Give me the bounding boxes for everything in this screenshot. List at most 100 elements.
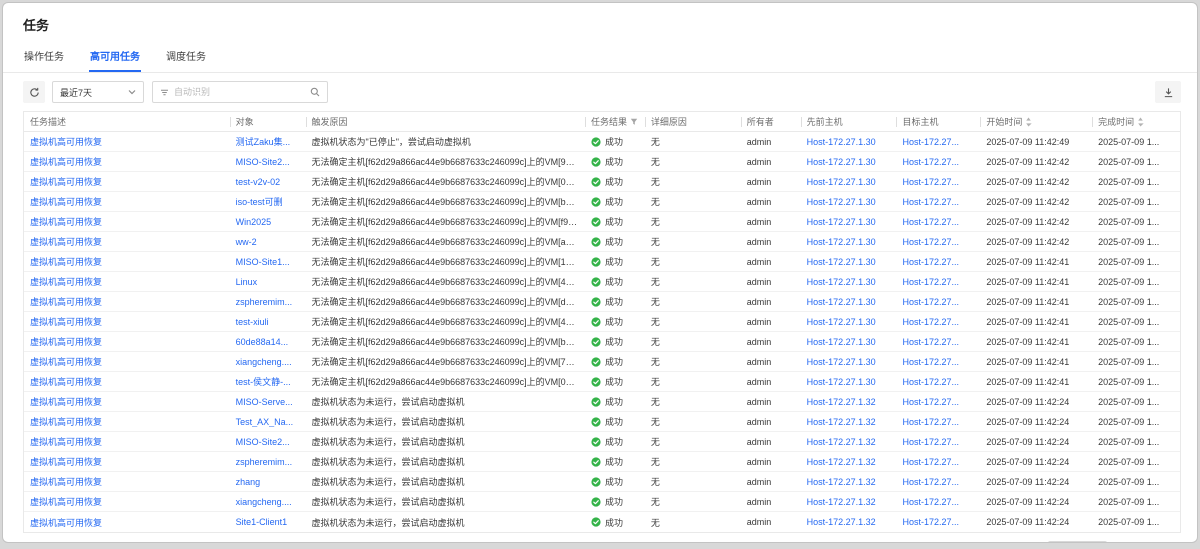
cell-target_host[interactable]: Host-172.27... [896,317,980,327]
cell-object[interactable]: test-v2v-02 [230,177,306,187]
cell-object[interactable]: zspheremim... [230,297,306,307]
cell-object[interactable]: 测试Zaku集... [230,135,306,148]
cell-object[interactable]: MISO-Serve... [230,397,306,407]
cell-target_host[interactable]: Host-172.27... [896,477,980,487]
cell-desc[interactable]: 虚拟机高可用恢复 [24,516,230,529]
cell-object[interactable]: test-侯文静-... [230,375,306,388]
cell-prev_host[interactable]: Host-172.27.1.30 [801,177,897,187]
sort-icon[interactable] [1137,117,1144,127]
cell-desc[interactable]: 虚拟机高可用恢复 [24,395,230,408]
cell-target_host[interactable]: Host-172.27... [896,237,980,247]
cell-object[interactable]: MISO-Site1... [230,257,306,267]
tab-scheduled-tasks[interactable]: 调度任务 [165,42,207,72]
cell-prev_host[interactable]: Host-172.27.1.32 [801,517,897,527]
cell-object[interactable]: MISO-Site2... [230,157,306,167]
cell-prev_host[interactable]: Host-172.27.1.30 [801,277,897,287]
cell-target_host[interactable]: Host-172.27... [896,417,980,427]
cell-object[interactable]: iso-test可删 [230,195,306,208]
cell-prev_host[interactable]: Host-172.27.1.30 [801,357,897,367]
cell-desc[interactable]: 虚拟机高可用恢复 [24,195,230,208]
cell-desc[interactable]: 虚拟机高可用恢复 [24,175,230,188]
cell-object[interactable]: ww-2 [230,237,306,247]
column-header-finish[interactable]: 完成时间 [1092,112,1180,131]
cell-target_host[interactable]: Host-172.27... [896,137,980,147]
download-button[interactable] [1155,81,1181,103]
cell-object[interactable]: zspheremim... [230,457,306,467]
jump-page-input[interactable] [1140,542,1167,544]
tab-operation-tasks[interactable]: 操作任务 [23,42,65,72]
cell-desc[interactable]: 虚拟机高可用恢复 [24,455,230,468]
cell-object[interactable]: MISO-Site2... [230,437,306,447]
cell-object[interactable]: Win2025 [230,217,306,227]
cell-prev_host[interactable]: Host-172.27.1.30 [801,297,897,307]
page-number-31[interactable]: 31 [1006,542,1021,543]
cell-prev_host[interactable]: Host-172.27.1.32 [801,397,897,407]
cell-desc[interactable]: 虚拟机高可用恢复 [24,155,230,168]
cell-target_host[interactable]: Host-172.27... [896,257,980,267]
cell-object[interactable]: zhang [230,477,306,487]
page-number-1[interactable]: 1 [898,542,913,543]
page-number-4[interactable]: 4 [952,542,967,543]
page-number-2[interactable]: 2 [916,542,931,543]
refresh-button[interactable] [23,81,45,103]
cell-target_host[interactable]: Host-172.27... [896,297,980,307]
cell-object[interactable]: 60de88a14... [230,337,306,347]
sort-icon[interactable] [1025,117,1032,127]
cell-target_host[interactable]: Host-172.27... [896,397,980,407]
cell-target_host[interactable]: Host-172.27... [896,497,980,507]
next-page-button[interactable] [1024,542,1039,543]
cell-desc[interactable]: 虚拟机高可用恢复 [24,435,230,448]
cell-prev_host[interactable]: Host-172.27.1.30 [801,317,897,327]
cell-prev_host[interactable]: Host-172.27.1.32 [801,477,897,487]
page-number-5[interactable]: 5 [970,542,985,543]
cell-prev_host[interactable]: Host-172.27.1.30 [801,217,897,227]
cell-target_host[interactable]: Host-172.27... [896,377,980,387]
cell-desc[interactable]: 虚拟机高可用恢复 [24,295,230,308]
cell-target_host[interactable]: Host-172.27... [896,337,980,347]
cell-prev_host[interactable]: Host-172.27.1.30 [801,197,897,207]
cell-desc[interactable]: 虚拟机高可用恢复 [24,315,230,328]
filter-funnel-icon[interactable] [630,118,638,126]
cell-prev_host[interactable]: Host-172.27.1.32 [801,497,897,507]
cell-desc[interactable]: 虚拟机高可用恢复 [24,355,230,368]
cell-target_host[interactable]: Host-172.27... [896,457,980,467]
cell-desc[interactable]: 虚拟机高可用恢复 [24,255,230,268]
cell-target_host[interactable]: Host-172.27... [896,357,980,367]
cell-target_host[interactable]: Host-172.27... [896,517,980,527]
search-icon[interactable] [310,87,320,97]
cell-desc[interactable]: 虚拟机高可用恢复 [24,475,230,488]
cell-prev_host[interactable]: Host-172.27.1.32 [801,417,897,427]
cell-desc[interactable]: 虚拟机高可用恢复 [24,335,230,348]
cell-prev_host[interactable]: Host-172.27.1.30 [801,257,897,267]
cell-prev_host[interactable]: Host-172.27.1.30 [801,237,897,247]
cell-prev_host[interactable]: Host-172.27.1.30 [801,337,897,347]
column-header-result[interactable]: 任务结果 [585,112,645,131]
page-size-select[interactable]: 20 项/页 [1048,541,1107,543]
date-range-select[interactable]: 最近7天 [52,81,144,103]
cell-prev_host[interactable]: Host-172.27.1.30 [801,377,897,387]
cell-object[interactable]: xiangcheng.... [230,357,306,367]
cell-object[interactable]: test-xiuli [230,317,306,327]
cell-prev_host[interactable]: Host-172.27.1.32 [801,457,897,467]
cell-object[interactable]: Test_AX_Na... [230,417,306,427]
column-header-start[interactable]: 开始时间 [980,112,1092,131]
cell-target_host[interactable]: Host-172.27... [896,277,980,287]
cell-desc[interactable]: 虚拟机高可用恢复 [24,135,230,148]
cell-desc[interactable]: 虚拟机高可用恢复 [24,275,230,288]
cell-target_host[interactable]: Host-172.27... [896,197,980,207]
cell-object[interactable]: Linux [230,277,306,287]
page-number-3[interactable]: 3 [934,542,949,543]
cell-desc[interactable]: 虚拟机高可用恢复 [24,235,230,248]
cell-target_host[interactable]: Host-172.27... [896,437,980,447]
cell-desc[interactable]: 虚拟机高可用恢复 [24,375,230,388]
cell-desc[interactable]: 虚拟机高可用恢复 [24,415,230,428]
cell-object[interactable]: xiangcheng.... [230,497,306,507]
cell-prev_host[interactable]: Host-172.27.1.32 [801,437,897,447]
search-input[interactable] [174,87,305,97]
cell-target_host[interactable]: Host-172.27... [896,217,980,227]
cell-prev_host[interactable]: Host-172.27.1.30 [801,137,897,147]
cell-target_host[interactable]: Host-172.27... [896,177,980,187]
prev-page-button[interactable] [880,542,895,543]
cell-target_host[interactable]: Host-172.27... [896,157,980,167]
tab-ha-tasks[interactable]: 高可用任务 [89,42,141,72]
